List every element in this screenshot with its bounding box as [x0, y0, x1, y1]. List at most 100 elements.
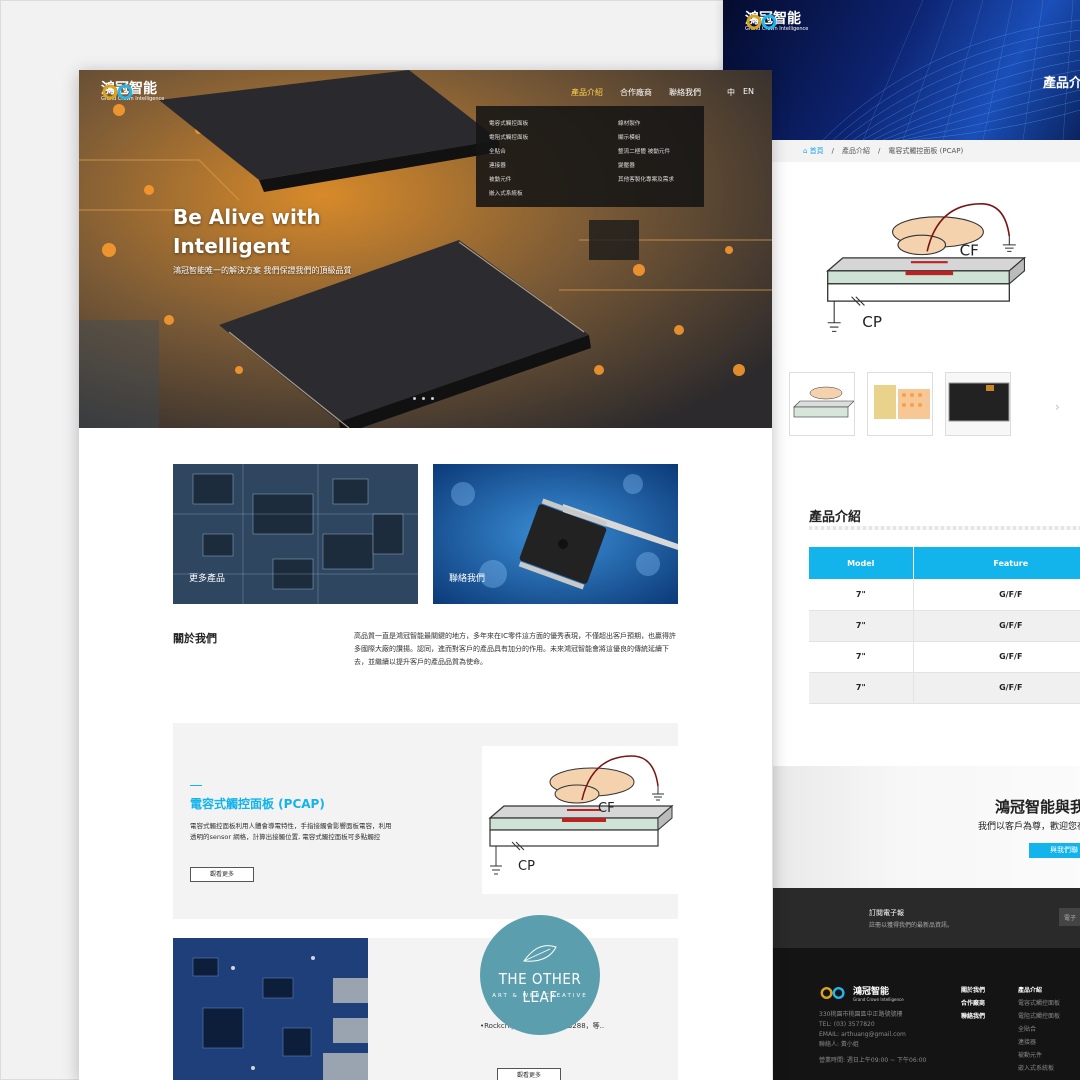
footer-link[interactable]: 合作廠商 — [961, 997, 985, 1010]
footer-links-col1: 關於我們 合作廠商 聯絡我們 — [961, 984, 985, 1023]
cell-feature: G/F/F — [913, 672, 1080, 704]
table-row: 7" G/F/F — [809, 610, 1080, 642]
menu-item[interactable]: 變壓器 — [618, 159, 674, 173]
menu-item[interactable]: 電阻式觸控面板 — [489, 131, 528, 145]
footer-link[interactable]: 全貼合 — [1018, 1023, 1060, 1036]
brand-logo[interactable]: 鴻冠智能 Grand Crown Intelligence — [745, 12, 808, 32]
breadcrumb-home[interactable]: ⌂ 首頁 — [803, 146, 824, 156]
embedded-board-image — [173, 938, 368, 1080]
contact-cta-banner: 鴻冠智能與我 我們以客戶為尊，歡迎您在 與我們聯 — [773, 766, 1080, 888]
footer-link[interactable]: 電阻式觸控面板 — [1018, 1010, 1060, 1023]
footer-brand-name: 鴻冠智能 — [853, 987, 890, 997]
menu-item[interactable]: 其他客製化專案及需求 — [618, 173, 674, 187]
footer-address: 330桃園市桃園區中正路號號樓 — [819, 1011, 903, 1018]
svg-text:CF: CF — [960, 242, 979, 260]
language-switcher: 中 EN — [727, 87, 754, 98]
footer-link[interactable]: 被動元件 — [1018, 1049, 1060, 1062]
thumbnail-panel[interactable] — [945, 372, 1011, 436]
main-nav: 產品介紹 合作廠商 聯絡我們 — [571, 87, 701, 98]
breadcrumb-sep: / — [831, 147, 835, 155]
menu-item[interactable]: 全貼合 — [489, 145, 528, 159]
footer-hours: 營業時間: 週日上午09:00 ~ 下午06:00 — [819, 1057, 927, 1064]
menu-item[interactable]: 嵌入式系統板 — [489, 187, 528, 201]
hero-subtitle: 鴻冠智能唯一的解決方案 我們保證我們的頂級品質 — [173, 266, 352, 275]
chevron-right-icon[interactable]: › — [1055, 400, 1060, 414]
card-label: 更多產品 — [189, 574, 226, 584]
more-products-card[interactable]: 更多產品 — [173, 464, 418, 604]
cell-feature: G/F/F — [913, 610, 1080, 642]
svg-text:CP: CP — [862, 313, 882, 331]
about-title: 關於我們 — [173, 632, 217, 645]
watermark-logo: THE OTHER LEAF ART & WEB CREATIVE — [480, 915, 600, 1035]
footer-link[interactable]: 聯絡我們 — [961, 1010, 985, 1023]
thumbnail-diagram[interactable] — [789, 372, 855, 436]
hero-title: Be Alive with Intelligent — [173, 205, 321, 258]
view-more-button[interactable]: 觀看更多 — [497, 1068, 561, 1080]
newsletter-bar: 訂閱電子報 註冊以獲得我們的最新品資訊。 電子 — [773, 888, 1080, 948]
table-row: 7" G/F/F — [809, 579, 1080, 611]
logo-mark-icon — [746, 14, 777, 30]
product-hero-banner: 鴻冠智能 Grand Crown Intelligence 產品介紹 — [723, 0, 1080, 140]
breadcrumb: ⌂ 首頁 / 產品介紹 / 電容式觸控面板 (PCAP) — [723, 140, 1080, 162]
site-footer: 鴻冠智能 Grand Crown Intelligence 330桃園市桃園區中… — [773, 948, 1080, 1080]
feature-title: 電容式觸控面板 (PCAP) — [190, 797, 325, 811]
contact-button[interactable]: 與我們聯 — [1029, 843, 1080, 858]
svg-text:CP: CP — [518, 859, 535, 874]
menu-item[interactable]: 線材製作 — [618, 117, 674, 131]
section-title: 產品介紹 — [809, 510, 862, 525]
footer-contact-info: 330桃園市桃園區中正路號號樓 TEL: (03) 3577820 EMAIL:… — [819, 1010, 926, 1066]
newsletter-title: 訂閱電子報 — [869, 909, 904, 917]
pcap-diagram-image: CF CP — [482, 746, 678, 894]
menu-item[interactable]: 被動元件 — [489, 173, 528, 187]
slider-dots[interactable] — [413, 397, 434, 400]
lang-en[interactable]: EN — [743, 87, 754, 98]
newsletter-email-input[interactable]: 電子 — [1059, 908, 1080, 926]
brand-logo[interactable]: 鴻冠智能 Grand Crown Intelligence — [101, 82, 164, 102]
column-header-feature: Feature — [913, 547, 1080, 579]
nav-partners[interactable]: 合作廠商 — [620, 87, 652, 98]
nav-contact[interactable]: 聯絡我們 — [669, 87, 701, 98]
lang-zh[interactable]: 中 — [727, 87, 735, 98]
thumbnail-sensor[interactable] — [867, 372, 933, 436]
feature-pcap-section: 電容式觸控面板 (PCAP) 電容式觸控面板利用人體會導電特性，手指接觸會影響面… — [173, 723, 678, 919]
svg-text:CF: CF — [598, 801, 615, 816]
spec-table: Model Feature 7" G/F/F 7" G/F/F 7" G/F/F 7"… — [809, 547, 1080, 704]
leaf-icon — [523, 945, 557, 962]
product-main-image: CF CP — [808, 193, 1042, 353]
footer-link[interactable]: 電容式觸控面板 — [1018, 997, 1060, 1010]
pcap-diagram: CF CP — [488, 755, 674, 875]
footer-col-heading[interactable]: 產品介紹 — [1018, 984, 1060, 997]
nav-products[interactable]: 產品介紹 — [571, 87, 603, 98]
footer-link[interactable]: 嵌入式系統板 — [1018, 1062, 1060, 1075]
watermark-subtitle: ART & WEB CREATIVE — [492, 993, 588, 999]
feature-embedded-section: •Rockchip ... RK3399, RK3288，等.. 觀看更多 — [173, 938, 678, 1080]
cell-feature: G/F/F — [913, 579, 1080, 611]
section-divider — [809, 526, 1080, 530]
logo-mark-icon — [820, 987, 845, 999]
product-page-screenshot: 鴻冠智能 Grand Crown Intelligence 產品介紹 ⌂ 首頁 … — [723, 0, 1080, 1080]
cell-model: 7" — [809, 672, 914, 704]
view-more-button[interactable]: 觀看更多 — [190, 867, 254, 882]
footer-link[interactable]: 連接器 — [1018, 1036, 1060, 1049]
breadcrumb-sep: / — [878, 147, 881, 155]
footer-logo[interactable]: 鴻冠智能 Grand Crown Intelligence — [818, 984, 904, 1002]
footer-link[interactable]: 關於我們 — [961, 984, 985, 997]
cell-feature: G/F/F — [913, 641, 1080, 673]
hero-banner: 鴻冠智能 Grand Crown Intelligence 產品介紹 合作廠商 … — [79, 70, 772, 428]
newsletter-subtitle: 註冊以獲得我們的最新品資訊。 — [869, 922, 954, 929]
menu-item[interactable]: 顯示模組 — [618, 131, 674, 145]
accent-dash — [190, 785, 202, 786]
footer-contact-person: 聯絡人: 黃小姐 — [819, 1041, 859, 1048]
watermark-title: THE OTHER LEAF — [498, 970, 582, 1006]
menu-item[interactable]: 電容式觸控面板 — [489, 117, 528, 131]
thumbnail-strip — [789, 372, 1011, 436]
cta-subtitle: 我們以客戶為尊，歡迎您在 — [978, 822, 1080, 832]
table-row: 7" G/F/F — [809, 672, 1080, 704]
breadcrumb-item[interactable]: 產品介紹 — [842, 146, 870, 156]
contact-us-card[interactable]: 聯絡我們 — [433, 464, 678, 604]
cell-model: 7" — [809, 610, 914, 642]
cell-model: 7" — [809, 579, 914, 611]
menu-item[interactable]: 連接器 — [489, 159, 528, 173]
pcap-diagram: CF CP — [825, 202, 1027, 332]
menu-item[interactable]: 整流二極體 被動元件 — [618, 145, 674, 159]
